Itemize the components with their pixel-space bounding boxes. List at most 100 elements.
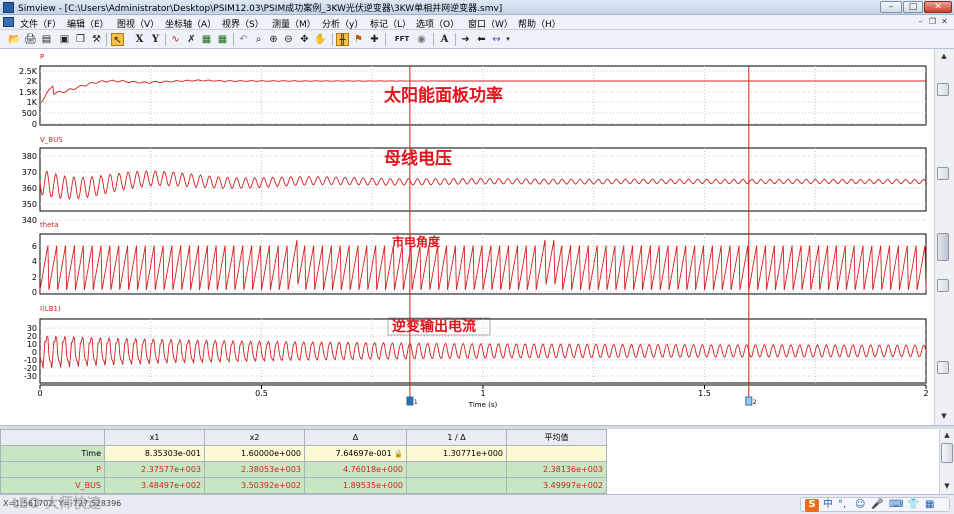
scroll-thumb[interactable] (937, 83, 949, 96)
menu-analysis[interactable]: 分析（y） (322, 17, 363, 30)
menu-file[interactable]: 文件（F） (20, 17, 61, 30)
close-button[interactable]: ✕ (924, 1, 952, 13)
zoom-icon[interactable]: ⌕ (252, 33, 265, 46)
status-bar: X=1.561702, Y=-727.528396 tEO 大师快速 S 中 °… (0, 494, 954, 514)
select-icon[interactable]: ↖ (111, 33, 124, 46)
row-label-time: Time (0, 445, 105, 462)
scroll-thumb[interactable] (937, 361, 949, 374)
menu-options[interactable]: 选项（O） (416, 17, 459, 30)
waveform-display[interactable]: 2.5K 2K 1.5K 1K 500 0 P 太阳能面板功率 380 370 360 350 340 V… (0, 49, 934, 409)
scroll-thumb[interactable] (937, 167, 949, 180)
cell-time-delta-value: 7.64697e-001 (335, 449, 392, 458)
scroll-down-icon[interactable]: ▼ (938, 411, 950, 422)
menu-measure[interactable]: 测量（M） (272, 17, 316, 30)
ime-microphone-icon[interactable]: 🎤 (871, 499, 883, 511)
mdi-minimize-button[interactable]: – (915, 17, 926, 27)
column-header-average: 平均值 (506, 429, 607, 446)
mdi-restore-button[interactable]: ❐ (927, 17, 938, 27)
text-icon[interactable]: A (438, 33, 451, 46)
cell-p-delta: 4.76018e+000 (304, 461, 407, 478)
options-icon[interactable]: ▾ (504, 33, 512, 46)
row-label-p: P (0, 461, 105, 478)
minimize-button[interactable]: – (880, 1, 902, 13)
print-preview-icon[interactable]: ▤ (40, 33, 53, 46)
sogou-logo-icon[interactable]: S (805, 499, 819, 512)
menu-screen[interactable]: 视界（S） (222, 17, 264, 30)
ime-skin-icon[interactable]: 👕 (907, 499, 919, 511)
arrow-both-icon[interactable]: ↔ (490, 33, 503, 46)
table-scroll-thumb[interactable] (941, 443, 953, 463)
x-tick-label: 0 (37, 389, 42, 398)
mdi-close-button[interactable]: ✕ (939, 17, 950, 27)
scroll-thumb[interactable] (937, 279, 949, 292)
cross-marker-icon[interactable]: ✚ (368, 33, 381, 46)
open-icon[interactable]: 📂 (8, 33, 21, 46)
x-tick-label: 2 (923, 389, 928, 398)
marker-handle[interactable] (745, 396, 753, 406)
y-axis-icon[interactable]: Y (149, 33, 162, 46)
menu-window[interactable]: 窗口（W） (468, 17, 513, 30)
table-vertical-scrollbar[interactable]: ▲ ▼ (939, 429, 954, 494)
toolbar-separator (455, 33, 456, 46)
row-label-vbus: V_BUS (0, 477, 105, 494)
y-tick-label: 360 (22, 184, 37, 193)
maximize-button[interactable]: □ (903, 1, 923, 13)
zoom-out-icon[interactable]: ⊖ (282, 33, 295, 46)
hand-icon[interactable]: ✋ (314, 33, 327, 46)
arrow-left-icon[interactable]: ⬅ (475, 33, 488, 46)
marker-label: 2 (753, 399, 757, 406)
waveform-annotation: 太阳能面板功率 (384, 85, 503, 106)
screen-layout-icon[interactable]: ▦ (200, 33, 213, 46)
y-tick-label: 340 (22, 216, 37, 225)
pan-icon[interactable]: ✥ (298, 33, 311, 46)
cell-time-x1: 8.35303e-001 (104, 445, 205, 462)
marker-handle[interactable] (406, 396, 414, 406)
lock-icon[interactable]: 🔒 (394, 450, 403, 458)
grid-icon[interactable]: ▦ (216, 33, 229, 46)
column-header-x1: x1 (104, 429, 205, 446)
measurement-table: x1 x2 Δ 1 / Δ 平均值 Time 8.35303e-001 1.60… (0, 429, 939, 494)
copy-icon[interactable]: ❐ (74, 33, 87, 46)
cell-time-average (506, 445, 607, 462)
table-scroll-down-icon[interactable]: ▼ (941, 481, 953, 492)
marker-icon[interactable]: ⚑ (352, 33, 365, 46)
watermark-text: tEO 大师快速 (12, 496, 102, 512)
properties-icon[interactable]: ⚒ (90, 33, 103, 46)
scroll-range-thumb[interactable] (937, 233, 949, 261)
ime-punctuation-icon[interactable]: °, (838, 499, 846, 511)
ime-emoji-icon[interactable]: ☺ (855, 499, 865, 511)
menu-view[interactable]: 图视（V） (117, 17, 159, 30)
measure-icon[interactable]: ╫ (336, 33, 349, 46)
add-curve-icon[interactable]: ∿ (169, 33, 182, 46)
save-icon[interactable]: ▣ (58, 33, 71, 46)
scroll-up-icon[interactable]: ▲ (938, 51, 950, 62)
zoom-in-icon[interactable]: ⊕ (267, 33, 280, 46)
x-axis-icon[interactable]: X (133, 33, 146, 46)
document-icon (3, 17, 14, 27)
ime-tools-icon[interactable]: ▦ (925, 499, 934, 511)
undo-zoom-icon[interactable]: ↶ (237, 33, 250, 46)
menu-edit[interactable]: 编辑（E） (67, 17, 109, 30)
plot-vertical-scrollbar[interactable]: ▲ ▼ (934, 49, 954, 425)
column-header-x2: x2 (204, 429, 305, 446)
column-header-delta: Δ (304, 429, 407, 446)
fft-icon[interactable]: FFT (392, 33, 412, 46)
ime-keyboard-icon[interactable]: ⌨ (889, 499, 903, 511)
menu-axis[interactable]: 坐标轴（A） (165, 17, 216, 30)
cell-p-x2: 2.38053e+003 (204, 461, 305, 478)
arrow-right-icon[interactable]: ➜ (459, 33, 472, 46)
table-scroll-up-icon[interactable]: ▲ (941, 430, 953, 441)
y-tick-label: 0 (32, 288, 37, 297)
waveform-canvas[interactable]: 2.5K2K 1.5K1K 500 0 P 太阳能面板功率 380 370 360 350 340 V… (0, 49, 934, 409)
menu-help[interactable]: 帮助（H） (518, 17, 561, 30)
y-tick-label: 2.5K (19, 67, 38, 76)
print-icon[interactable]: 🖨 (24, 33, 37, 46)
menu-label[interactable]: 标记（L） (370, 17, 411, 30)
cell-vbus-delta: 1.89535e+000 (304, 477, 407, 494)
ime-language-toggle[interactable]: 中 (823, 499, 833, 511)
cell-p-x1: 2.37577e+003 (104, 461, 205, 478)
y-tick-label: 4 (32, 257, 37, 266)
cursor-icon[interactable]: ◉ (415, 33, 428, 46)
ime-toolbar[interactable]: S 中 °, ☺ 🎤 ⌨ 👕 ▦ (800, 497, 950, 512)
delete-curve-icon[interactable]: ✗ (185, 33, 198, 46)
